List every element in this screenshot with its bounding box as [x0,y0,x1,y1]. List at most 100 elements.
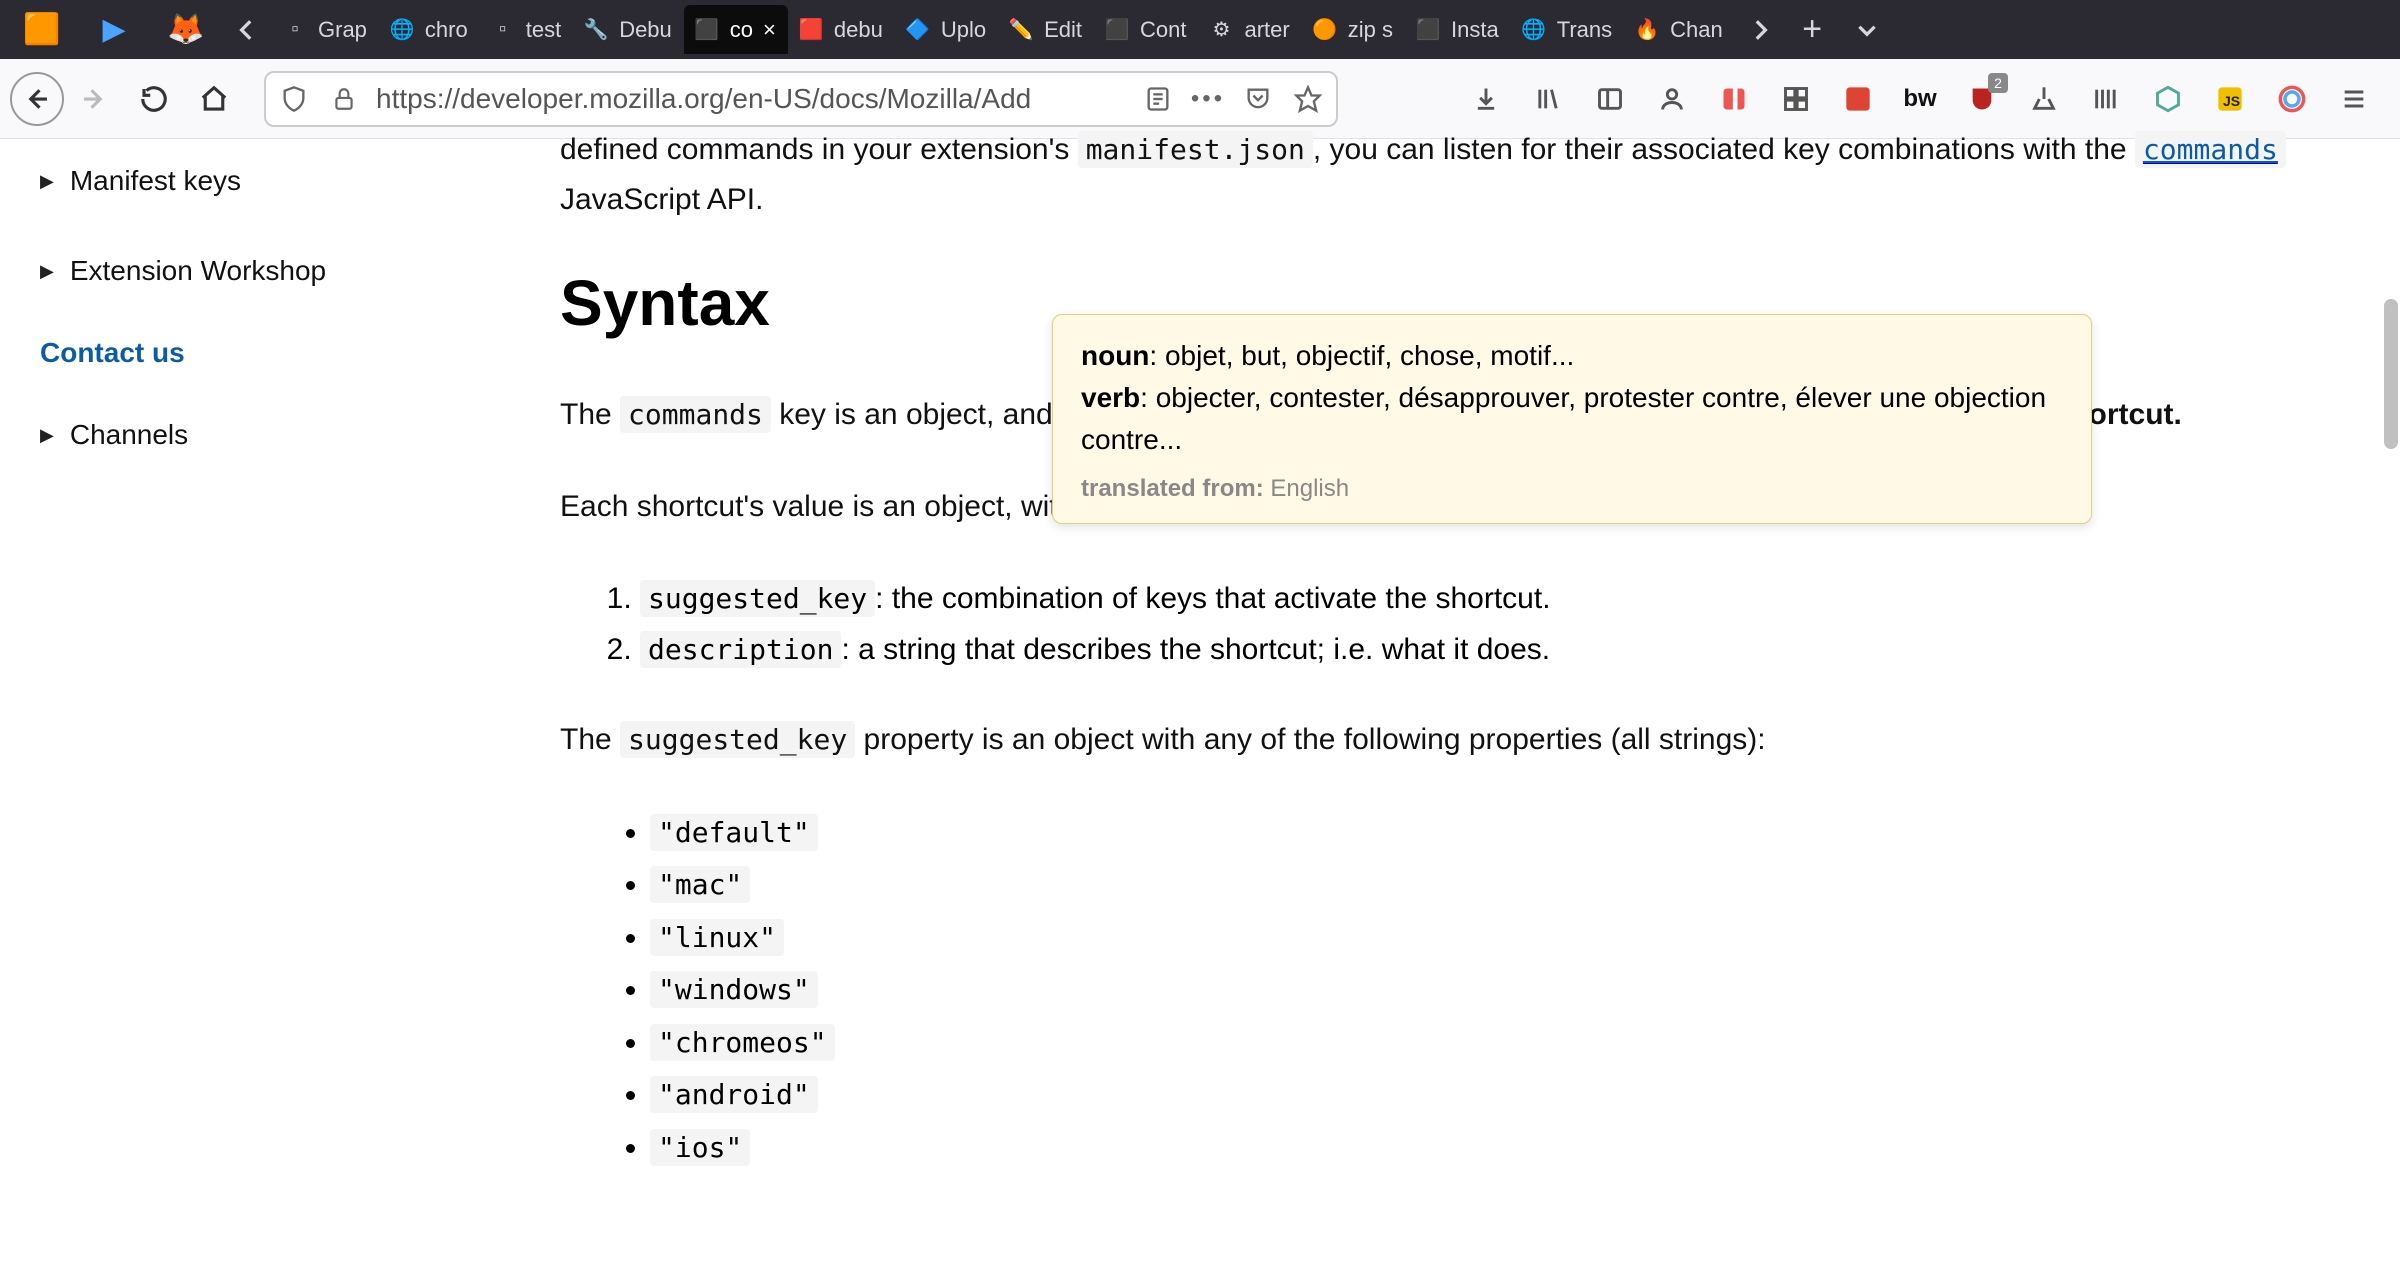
ext-icon-1[interactable] [1706,71,1762,127]
ublock-icon[interactable]: 2 [1954,71,2010,127]
article-main: defined commands in your extension's man… [560,139,2400,1287]
list-item: "android" [650,1069,2340,1122]
tab-4[interactable]: ⬛co× [684,5,788,54]
back-button[interactable] [10,72,64,126]
translation-tooltip: noun: objet, but, objectif, chose, motif… [1052,314,2092,524]
tab-2[interactable]: ▫test [480,5,573,54]
tab-favicon-icon: ▫ [282,17,308,43]
list-all-tabs-button[interactable] [1840,5,1895,54]
tab-13[interactable]: 🔥Chan [1624,5,1735,54]
list-item: "default" [650,807,2340,860]
ext-icon-js[interactable]: JS [2202,71,2258,127]
tab-label: arter [1245,17,1290,43]
app-icon-1[interactable]: 🟧 [6,0,78,59]
page-actions-icon[interactable]: ••• [1190,81,1226,117]
code-literal: description [640,631,841,668]
tab-favicon-icon: ⚙ [1209,17,1235,43]
close-icon[interactable]: × [763,17,776,43]
tab-favicon-icon: 🔧 [583,17,609,43]
ext-icon-rainbow[interactable] [2264,71,2320,127]
tab-5[interactable]: 🟥debu [788,5,895,54]
ublock-badge: 2 [1988,73,2008,93]
tab-label: chro [425,17,468,43]
properties-list: suggested_key: the combination of keys t… [640,573,2340,675]
tab-10[interactable]: 🟠zip s [1302,5,1405,54]
tab-8[interactable]: ⬛Cont [1094,5,1198,54]
ext-icon-bw[interactable]: bw [1892,71,1948,127]
tab-label: Chan [1670,17,1723,43]
syntax-para-3: The suggested_key property is an object … [560,715,2340,765]
triangle-icon: ▶ [40,425,54,446]
home-button[interactable] [184,69,244,129]
sidebar-item-channels[interactable]: ▶ Channels [40,407,520,463]
reload-button[interactable] [124,69,184,129]
url-bar[interactable]: ••• [264,71,1338,127]
shield-icon[interactable] [276,81,312,117]
tab-scroll-right[interactable] [1735,5,1785,54]
list-item: description: a string that describes the… [640,624,2340,675]
tab-12[interactable]: 🌐Trans [1511,5,1624,54]
tab-label: Edit [1044,17,1082,43]
svg-text:JS: JS [2223,93,2240,109]
tooltip-trans-lang: English [1270,475,1349,502]
sidebar-item-contact[interactable]: Contact us [40,325,520,381]
downloads-icon[interactable] [1458,71,1514,127]
tab-label: Trans [1557,17,1612,43]
app-menu-icon[interactable] [2326,71,2382,127]
tab-favicon-icon: ⬛ [1415,17,1441,43]
forward-button[interactable] [64,69,124,129]
tab-0[interactable]: ▫Grap [272,5,379,54]
tab-11[interactable]: ⬛ Insta [1405,5,1511,54]
commands-api-link[interactable]: commands [2135,131,2286,168]
tooltip-verb-text: : objecter, contester, désapprouver, pro… [1081,382,2046,455]
string-list: "default""mac""linux""windows""chromeos"… [650,807,2340,1175]
ext-icon-2[interactable] [1768,71,1824,127]
article-text: : the combination of keys that activate … [875,582,1550,615]
ext-icon-pin[interactable] [2016,71,2072,127]
ext-icon-3[interactable] [1830,71,1886,127]
ext-icon-grid[interactable] [2078,71,2134,127]
url-input[interactable] [376,83,1126,115]
sidebar-item-label: Extension Workshop [70,255,326,287]
library-icon[interactable] [1520,71,1576,127]
lock-icon[interactable] [326,81,362,117]
vertical-scrollbar[interactable] [2380,139,2400,1287]
list-item: "chromeos" [650,1017,2340,1070]
tooltip-verb-label: verb [1081,382,1140,413]
code-literal: commands [2135,131,2286,168]
code-literal: commands [620,396,771,433]
tab-label: debu [834,17,883,43]
app-icon-2[interactable]: ▶ [78,0,150,59]
tab-label: Cont [1140,17,1186,43]
new-tab-button[interactable]: + [1785,5,1840,54]
article-text: The [560,398,620,431]
sidebar-item-extension-workshop[interactable]: ▶ Extension Workshop [40,243,520,299]
article-text: , you can listen for their associated ke… [1313,133,2135,166]
tab-1[interactable]: 🌐 chro [379,5,480,54]
pocket-icon[interactable] [1240,81,1276,117]
account-icon[interactable] [1644,71,1700,127]
tab-favicon-icon: 🔷 [905,17,931,43]
sidebar-icon[interactable] [1582,71,1638,127]
tooltip-trans-label: translated from: [1081,475,1264,502]
tab-label: test [526,17,561,43]
tab-scroll-left[interactable] [222,5,272,54]
tab-9[interactable]: ⚙ arter [1199,5,1302,54]
tab-label: Insta [1451,17,1499,43]
tab-7[interactable]: ✏️Edit [998,5,1094,54]
code-literal: "mac" [650,866,750,903]
tooltip-noun-text: : objet, but, objectif, chose, motif... [1149,340,1574,371]
tab-label: zip s [1348,17,1393,43]
tabs-host: ▫Grap🌐chro▫test🔧Debu⬛co×🟥debu🔷Uplo✏️Edit… [272,5,1735,54]
sidebar-item-manifest-keys[interactable]: ▶ Manifest keys [40,153,520,209]
tab-3[interactable]: 🔧Debu [573,5,684,54]
list-item: "windows" [650,964,2340,1017]
bookmark-star-icon[interactable] [1290,81,1326,117]
tab-favicon-icon: 🌐 [389,17,415,43]
reader-mode-icon[interactable] [1140,81,1176,117]
ext-icon-hex[interactable] [2140,71,2196,127]
list-item: "mac" [650,859,2340,912]
tab-6[interactable]: 🔷Uplo [895,5,998,54]
app-icon-3[interactable]: 🦊 [150,0,222,59]
scrollbar-thumb[interactable] [2384,299,2398,449]
